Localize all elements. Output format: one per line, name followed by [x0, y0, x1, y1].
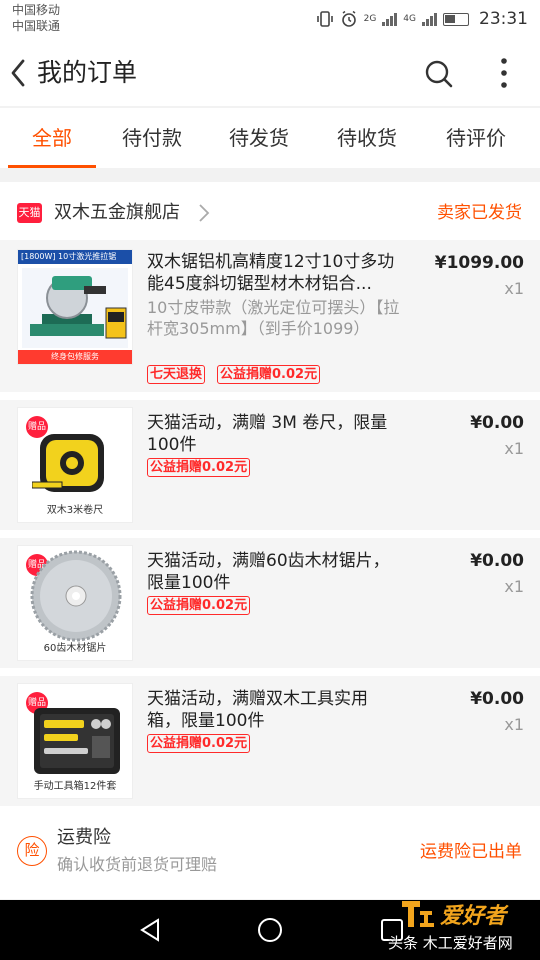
order-status: 卖家已发货: [437, 203, 522, 223]
item-qty: x1: [504, 577, 524, 596]
item-sku: 10寸皮带款（激光定位可摆头）【拉杆宽305mm】（到手价1099）: [147, 298, 400, 338]
item-qty: x1: [504, 279, 524, 298]
status-bar: 中国移动 中国联通 2G 4G 23:31: [0, 0, 540, 40]
product-thumbnail[interactable]: 赠品 手动工具箱12件套: [17, 683, 133, 799]
shop-name[interactable]: 双木五金旗舰店: [54, 200, 180, 226]
insurance-subtitle: 确认收货前退货可理赔: [57, 855, 218, 874]
network-type-2: 4G: [403, 14, 416, 24]
tmall-badge: 天猫: [17, 203, 42, 223]
signal-icon-1: [382, 12, 398, 26]
back-arrow-icon[interactable]: [8, 58, 28, 88]
svg-text:爱好者: 爱好者: [440, 904, 509, 929]
tab-pending-receipt[interactable]: 待收货: [323, 124, 411, 152]
watermark-logo: 爱好者: [402, 901, 509, 929]
nav-bar: 我的订单: [0, 40, 540, 106]
thumb-caption: 60齿木材锯片: [43, 643, 107, 654]
item-title[interactable]: 双木锯铝机高精度12寸10寸多功能45度斜切锯型材木材铝合...: [147, 251, 397, 295]
item-qty: x1: [504, 715, 524, 734]
return-policy-tag: 七天退换: [147, 365, 206, 384]
carrier-1: 中国移动: [12, 3, 61, 17]
product-thumbnail[interactable]: 赠品 60齿木材锯片: [17, 545, 133, 661]
thumb-footer: 终身包修服务: [18, 350, 132, 364]
insurance-icon: 险: [17, 836, 47, 866]
more-vertical-icon[interactable]: [494, 56, 514, 90]
product-thumbnail[interactable]: 赠品 双木3米卷尺: [17, 407, 133, 523]
tape-measure-image: [32, 434, 104, 492]
item-title[interactable]: 天猫活动，满赠60齿木材锯片，限量100件: [147, 550, 397, 594]
item-title[interactable]: 天猫活动，满赠 3M 卷尺，限量100件: [147, 412, 397, 456]
nav-back-icon[interactable]: [136, 916, 164, 944]
order-item[interactable]: 赠品 手动工具箱12件套 天猫活动，满赠双木工具实用箱，限量100件 公益捐赠0…: [0, 676, 540, 806]
item-price: ¥1099.00: [434, 253, 524, 273]
order-item[interactable]: 赠品 60齿木材锯片 天猫活动，满赠60齿木材锯片，限量100件 公益捐赠0.0…: [0, 538, 540, 668]
charity-tag: 公益捐赠0.02元: [147, 596, 251, 615]
active-tab-indicator: [8, 165, 96, 168]
signal-icon-2: [422, 12, 437, 26]
insurance-title: 运费险: [57, 827, 111, 848]
order-item[interactable]: [1800W] 10寸激光推拉锯 终身包修服务 双木锯铝机高精度12寸10寸多功…: [0, 240, 540, 392]
charity-tag: 公益捐赠0.02元: [147, 458, 251, 477]
item-title[interactable]: 天猫活动，满赠双木工具实用箱，限量100件: [147, 688, 397, 732]
thumb-caption: 双木3米卷尺: [46, 505, 104, 516]
network-type-1: 2G: [363, 14, 377, 24]
tab-pending-shipment[interactable]: 待发货: [215, 124, 303, 152]
thumb-caption: 手动工具箱12件套: [33, 781, 117, 792]
insurance-status: 运费险已出单: [420, 842, 522, 862]
status-icons: 2G 4G 23:31: [316, 8, 528, 30]
item-price: ¥0.00: [470, 413, 524, 433]
vibrate-icon: [316, 11, 333, 27]
toolbox-image: [34, 708, 120, 774]
order-card[interactable]: 天猫 双木五金旗舰店 卖家已发货 [1800W] 10寸激光推拉锯 终身包修服务…: [0, 182, 540, 899]
charity-tag: 公益捐赠0.02元: [147, 734, 251, 753]
item-qty: x1: [504, 439, 524, 458]
tab-pending-review[interactable]: 待评价: [432, 124, 520, 152]
battery-icon: [443, 12, 469, 26]
order-item[interactable]: 赠品 双木3米卷尺 天猫活动，满赠 3M 卷尺，限量100件 公益捐赠0.02元…: [0, 400, 540, 530]
charity-tag: 公益捐赠0.02元: [217, 365, 321, 384]
tab-pending-payment[interactable]: 待付款: [108, 124, 196, 152]
search-icon[interactable]: [424, 59, 454, 89]
watermark-caption: 头条 木工爱好者网: [388, 934, 513, 952]
order-tabs: 全部 待付款 待发货 待收货 待评价: [0, 108, 540, 168]
alarm-icon: [341, 10, 356, 27]
nav-home-icon[interactable]: [256, 916, 284, 944]
shipping-insurance[interactable]: 险 运费险 确认收货前退货可理赔 运费险已出单: [0, 814, 540, 899]
item-price: ¥0.00: [470, 551, 524, 571]
page-title: 我的订单: [37, 58, 138, 87]
thumb-header: [1800W] 10寸激光推拉锯: [18, 250, 132, 264]
item-price: ¥0.00: [470, 689, 524, 709]
saw-blade-image: [30, 550, 122, 642]
status-time: 23:31: [479, 9, 528, 29]
tab-all[interactable]: 全部: [8, 124, 96, 152]
miter-saw-image: [22, 268, 128, 348]
product-thumbnail[interactable]: [1800W] 10寸激光推拉锯 终身包修服务: [17, 249, 133, 365]
shop-header[interactable]: 天猫 双木五金旗舰店 卖家已发货: [0, 182, 540, 240]
carrier-2: 中国联通: [12, 19, 61, 33]
chevron-right-icon: [199, 204, 210, 222]
